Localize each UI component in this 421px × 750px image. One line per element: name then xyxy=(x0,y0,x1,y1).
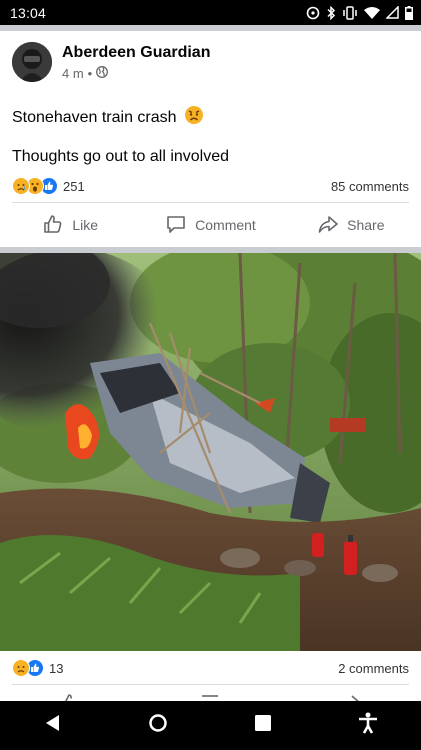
share-label: Share xyxy=(347,217,385,233)
accessibility-button[interactable] xyxy=(348,706,388,746)
page-name[interactable]: Aberdeen Guardian xyxy=(62,43,210,63)
location-icon xyxy=(306,6,320,20)
recents-icon xyxy=(255,715,272,736)
back-icon xyxy=(45,714,61,737)
back-button[interactable] xyxy=(33,706,73,746)
comment-icon xyxy=(165,213,187,238)
vibrate-icon xyxy=(342,5,358,20)
like-button[interactable]: Like xyxy=(0,213,140,238)
comment-count[interactable]: 85 comments xyxy=(331,179,409,194)
post-actions: Like Comment Share xyxy=(0,203,421,247)
post-text-line1: Stonehaven train crash xyxy=(12,105,204,131)
comment-icon[interactable] xyxy=(199,692,221,701)
status-time: 13:04 xyxy=(10,4,47,21)
share-button[interactable]: Share xyxy=(281,213,421,238)
feed-separator-top xyxy=(0,25,421,31)
page-avatar[interactable] xyxy=(12,42,52,82)
post-text-main: Stonehaven train crash xyxy=(12,109,177,127)
globe-icon xyxy=(96,66,109,81)
sad-reaction-icon xyxy=(12,177,30,195)
post-meta: 4 m • xyxy=(62,66,210,81)
home-icon xyxy=(148,713,168,738)
post-time[interactable]: 4 m xyxy=(62,66,84,81)
status-icons xyxy=(306,5,413,20)
bluetooth-icon xyxy=(326,5,336,20)
home-button[interactable] xyxy=(138,706,178,746)
signal-icon xyxy=(386,6,399,19)
thumbs-up-icon xyxy=(42,213,64,238)
post2-reaction-divider xyxy=(12,684,409,685)
sad-emoji xyxy=(184,105,204,131)
accessibility-icon xyxy=(358,712,378,739)
reaction-icons[interactable]: 251 xyxy=(12,177,85,195)
share-icon[interactable] xyxy=(340,692,362,701)
sad-reaction-icon xyxy=(12,659,30,677)
post2-reaction-summary[interactable]: 13 2 comments xyxy=(12,659,409,677)
like-label: Like xyxy=(72,217,98,233)
android-nav-bar xyxy=(0,701,421,750)
wifi-icon xyxy=(364,6,380,20)
comment-button[interactable]: Comment xyxy=(140,213,280,238)
post-header: Aberdeen Guardian 4 m • xyxy=(12,42,210,82)
recents-button[interactable] xyxy=(243,706,283,746)
battery-icon xyxy=(405,5,413,20)
meta-dot: • xyxy=(87,66,93,81)
reaction-summary[interactable]: 251 85 comments xyxy=(12,177,409,195)
post2-reaction-icons[interactable]: 13 xyxy=(12,659,63,677)
status-bar: 13:04 xyxy=(0,0,421,25)
post2-actions-peek xyxy=(0,692,421,701)
post-photo[interactable] xyxy=(0,253,421,651)
page-info: Aberdeen Guardian 4 m • xyxy=(62,43,210,81)
thumbs-up-icon[interactable] xyxy=(59,692,81,701)
share-icon xyxy=(317,213,339,238)
comment-label: Comment xyxy=(195,217,256,233)
post2-comment-count[interactable]: 2 comments xyxy=(338,661,409,676)
reaction-count[interactable]: 251 xyxy=(63,179,85,194)
post-text-line2: Thoughts go out to all involved xyxy=(12,148,230,165)
post2-reaction-count[interactable]: 13 xyxy=(49,661,63,676)
